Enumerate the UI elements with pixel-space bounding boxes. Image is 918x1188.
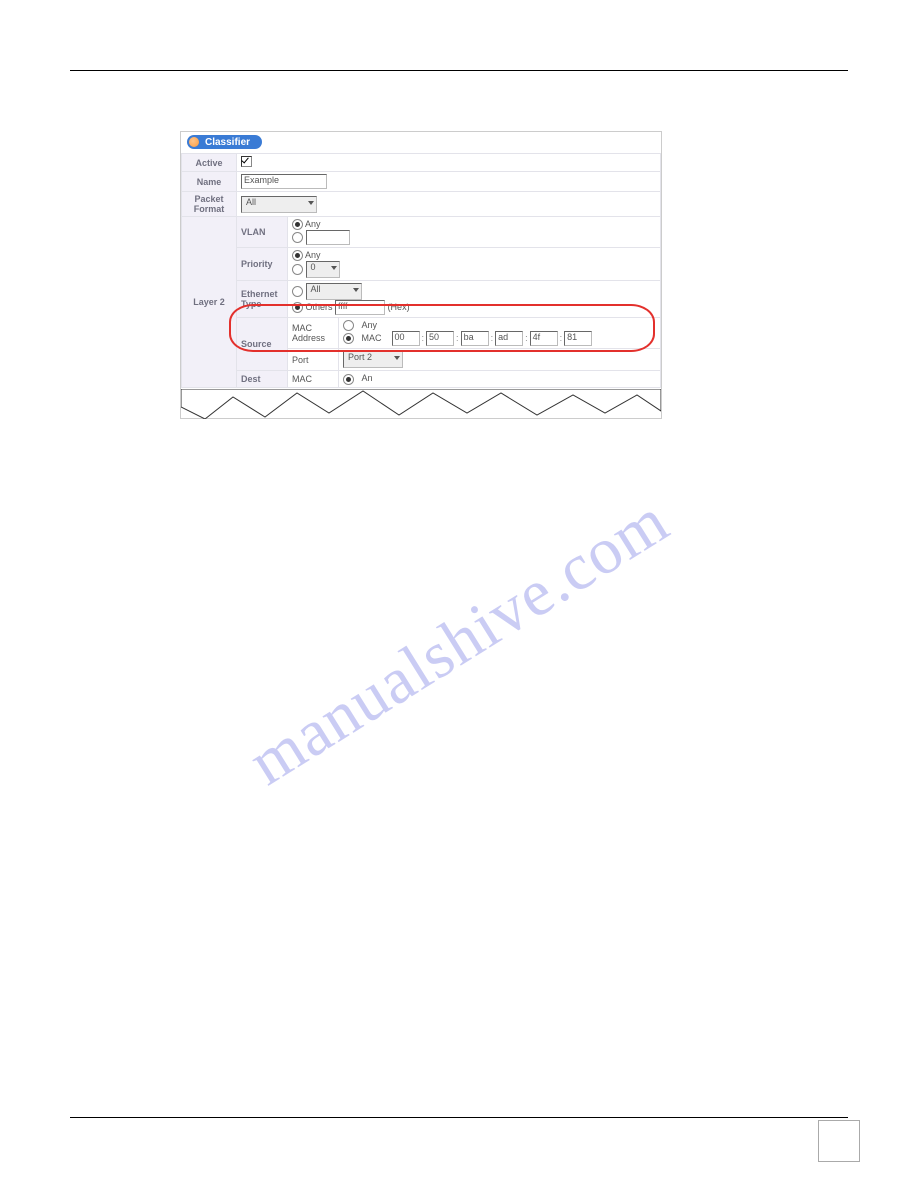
classifier-figure: Classifier Active Name Example Pac	[180, 131, 662, 419]
active-label: Active	[182, 154, 237, 172]
ethtype-others-input[interactable]: ffff	[335, 300, 385, 315]
ethernet-type-label: EthernetType	[237, 281, 288, 318]
priority-select[interactable]: 0	[306, 261, 340, 278]
vlan-custom-input[interactable]	[306, 230, 350, 245]
source-mac-address-label: MACAddress	[288, 318, 339, 349]
mac-oct-1[interactable]: 50	[426, 331, 454, 346]
mac-oct-0[interactable]: 00	[392, 331, 420, 346]
packet-format-select[interactable]: All	[241, 196, 317, 213]
packet-format-label: PacketFormat	[182, 192, 237, 217]
source-mac-any-radio[interactable]	[343, 320, 354, 331]
section-badge: Classifier	[187, 135, 262, 149]
dest-label: Dest	[237, 371, 288, 387]
mac-oct-4[interactable]: 4f	[530, 331, 558, 346]
source-port-select[interactable]: Port 2	[343, 351, 403, 368]
source-port-label: Port	[288, 349, 339, 371]
vlan-any-text: Any	[305, 219, 321, 229]
dest-mac-any-text: An	[362, 373, 373, 383]
classifier-form: Active Name Example PacketFormat All	[181, 153, 661, 388]
source-mac-mac-radio[interactable]	[343, 333, 354, 344]
priority-any-radio[interactable]	[292, 250, 303, 261]
priority-custom-radio[interactable]	[292, 264, 303, 275]
page-corner-box	[818, 1120, 860, 1162]
ethtype-hex-suffix: (Hex)	[388, 302, 410, 312]
ethtype-others-radio[interactable]	[292, 302, 303, 313]
active-checkbox[interactable]	[241, 156, 252, 167]
source-mac-mac-text: MAC	[362, 333, 382, 343]
name-label: Name	[182, 172, 237, 192]
vlan-any-radio[interactable]	[292, 219, 303, 230]
mac-oct-5[interactable]: 81	[564, 331, 592, 346]
vlan-custom-radio[interactable]	[292, 232, 303, 243]
ethtype-all-select[interactable]: All	[306, 283, 362, 300]
priority-any-text: Any	[305, 250, 321, 260]
torn-edge	[181, 389, 661, 419]
source-mac-any-text: Any	[362, 320, 378, 330]
ethtype-others-text: Others	[306, 302, 333, 312]
watermark: manualshive.com	[236, 482, 682, 800]
bottom-rule	[70, 1117, 848, 1118]
dest-mac-any-radio[interactable]	[343, 374, 354, 385]
section-badge-icon	[189, 137, 199, 147]
name-input[interactable]: Example	[241, 174, 327, 189]
dest-mac-label: MAC	[288, 371, 339, 387]
top-rule	[70, 70, 848, 71]
ethtype-all-radio[interactable]	[292, 286, 303, 297]
vlan-label: VLAN	[237, 217, 288, 248]
section-title: Classifier	[205, 137, 250, 148]
priority-label: Priority	[237, 248, 288, 281]
mac-oct-2[interactable]: ba	[461, 331, 489, 346]
source-label: Source	[237, 318, 288, 371]
mac-oct-3[interactable]: ad	[495, 331, 523, 346]
layer2-label: Layer 2	[182, 217, 237, 388]
